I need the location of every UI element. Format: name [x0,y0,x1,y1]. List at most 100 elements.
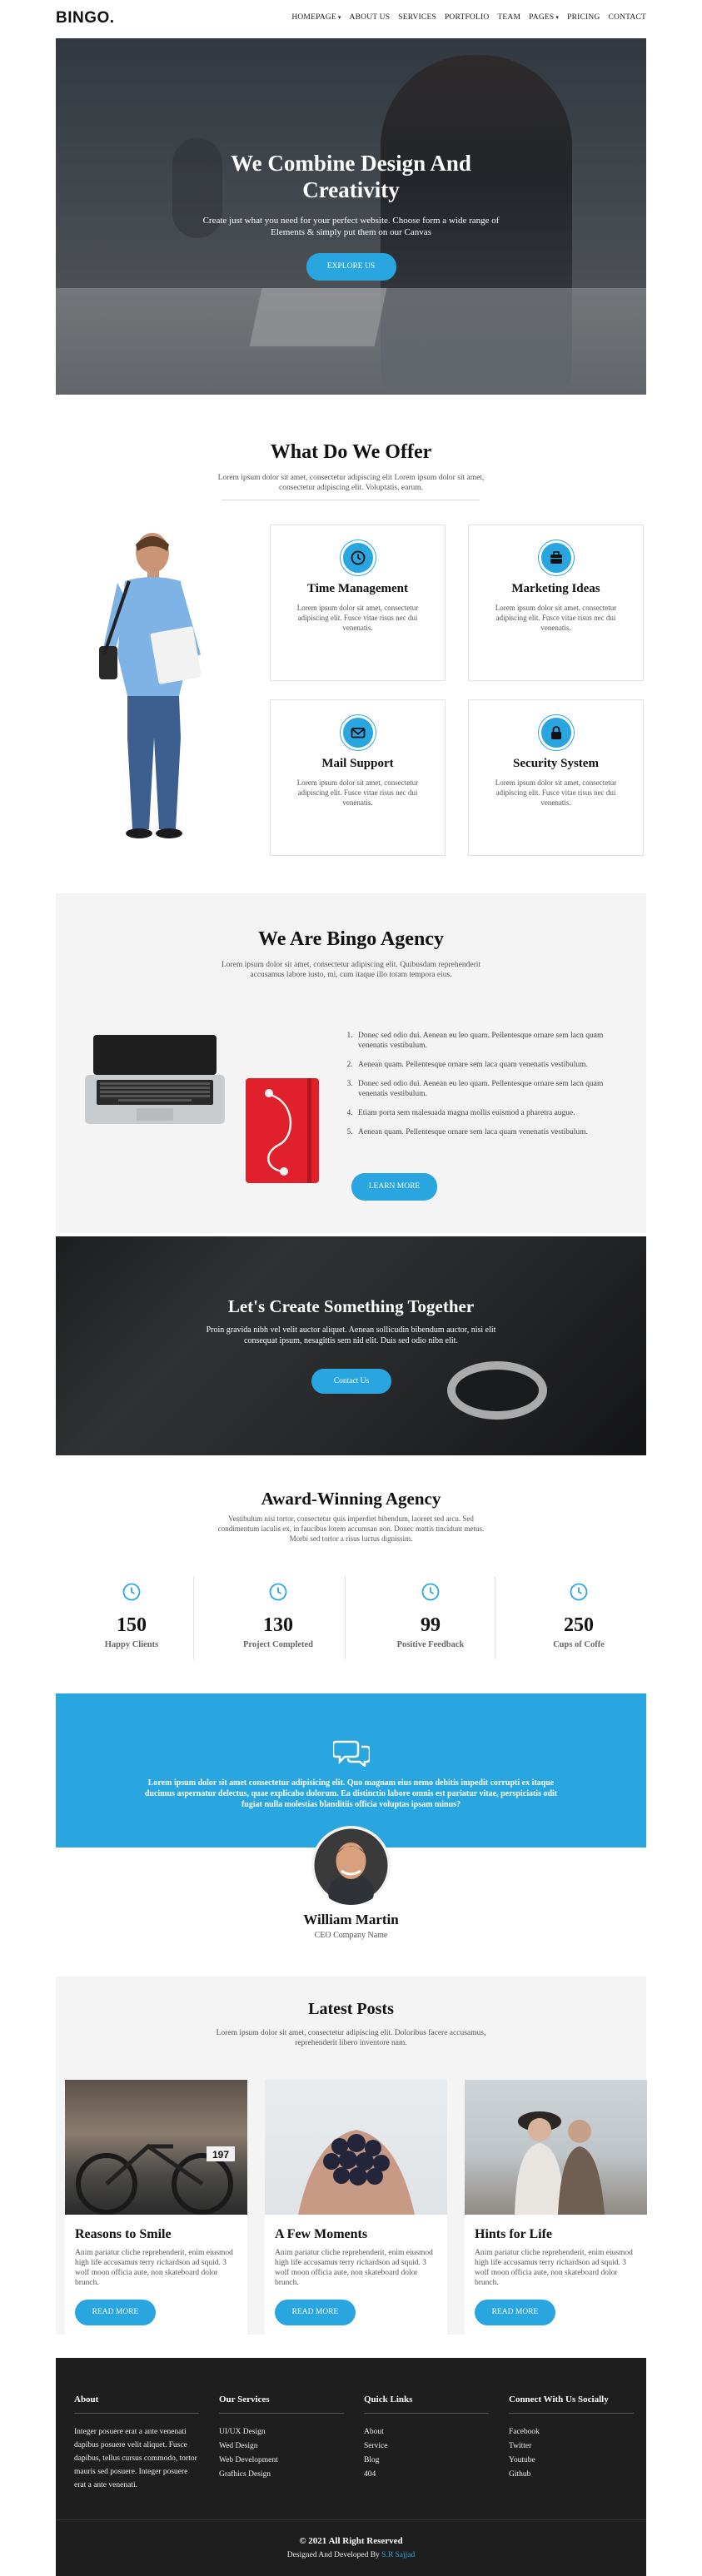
post-card: 197 Reasons to Smile Anim pariatur clich… [65,2080,247,2337]
footer-about: About Integer posuere erat a ante venena… [74,2394,199,2492]
learn-more-button[interactable]: LEARN MORE [351,1173,437,1201]
stat-label: Cups of Coffe [553,1640,605,1649]
posts-title: Latest Posts [308,2000,394,2018]
chevron-down-icon: ▾ [337,14,341,21]
cta-section: Let's Create Something Together Proin gr… [56,1236,646,1455]
card-text: Lorem ipsum dolor sit amet, consectetur … [296,604,419,632]
stat-value: 250 [564,1614,594,1636]
agency-section: We Are Bingo Agency Lorem ipsum dolor si… [56,893,646,1233]
nav-portfolio[interactable]: PORTFOLIO [445,13,489,22]
chevron-down-icon: ▾ [555,14,560,21]
brand-logo[interactable]: BINGO. [56,9,115,27]
chat-bubbles-icon [333,1740,370,1767]
post-text: Anim pariatur cliche reprehenderit, enim… [475,2249,633,2287]
stat-project-completed: 130 Project Completed [207,1582,349,1649]
student-image [99,533,202,838]
avatar [311,1826,391,1905]
offer-card-time-management: Time Management Lorem ipsum dolor sit am… [270,525,446,681]
stat-happy-clients: 150 Happy Clients [61,1582,202,1649]
posts-subtitle: Lorem ipsum dolor sit amet, consectetur … [216,2029,486,2047]
footer-about-text: Integer posuere erat a ante venenati dap… [74,2428,197,2489]
lock-icon [538,715,574,750]
footer-link[interactable]: Github [509,2468,634,2482]
nav-services[interactable]: SERVICES [398,13,436,22]
stat-divider [345,1576,346,1659]
stat-divider [193,1576,194,1659]
nav-contact[interactable]: CONTACT [609,13,647,22]
stat-positive-feedback: 99 Positive Feedback [360,1582,501,1649]
offer-title: What Do We Offer [270,441,432,463]
testimonial-section: Lorem ipsum dolor sit amet consectetur a… [56,1693,646,1847]
card-text: Lorem ipsum dolor sit amet, consectetur … [495,778,617,807]
author-link[interactable]: S.R Sajjad [381,2551,415,2559]
stat-label: Happy Clients [104,1640,159,1649]
hero-text: Create just what you need for your perfe… [202,216,500,237]
footer-link[interactable]: Service [364,2439,489,2454]
footer-quick-links: Quick Links About Service Blog 404 [364,2394,489,2482]
footer: About Integer posuere erat a ante venena… [56,2358,646,2576]
navbar: BINGO. HOMEPAGE ▾ ABOUT US SERVICES PORTF… [0,0,702,38]
stat-cups-of-coffe: 250 Cups of Coffe [508,1582,650,1649]
designed-by: Designed And Developed By S.R Sajjad [286,2551,416,2559]
read-more-button[interactable]: READ MORE [475,2300,555,2325]
list-item: Donec sed odio dui. Aenean eu leo quam. … [355,1079,635,1099]
footer-link[interactable]: Youtube [509,2454,634,2468]
stat-label: Project Completed [242,1640,314,1649]
nav-team[interactable]: TEAM [497,13,520,22]
cta-text: Proin gravida nibh vel velit auctor aliq… [206,1325,496,1345]
nav-homepage[interactable]: HOMEPAGE ▾ [291,13,341,22]
footer-link[interactable]: Twitter [509,2439,634,2454]
footer-link[interactable]: Web Development [219,2454,344,2468]
post-image-couple [465,2080,647,2215]
footer-link[interactable]: UI/UX Design [219,2425,344,2439]
copyright: © 2021 All Right Reserved [299,2536,403,2546]
footer-column-title: About [74,2394,199,2414]
card-title: Security System [513,757,599,770]
footer-links-list: About Service Blog 404 [364,2425,489,2482]
post-image-bicycle: 197 [65,2080,247,2215]
award-title: Award-Winning Agency [261,1489,441,1509]
list-item: Aenean quam. Pellentesque ornare sem lac… [355,1060,635,1070]
card-title: Mail Support [321,757,394,770]
agency-list: Donec sed odio dui. Aenean eu leo quam. … [343,1031,635,1146]
footer-link[interactable]: Facebook [509,2425,634,2439]
footer-link[interactable]: About [364,2425,489,2439]
stat-value: 99 [421,1614,441,1636]
agency-title: We Are Bingo Agency [258,928,444,950]
card-text: Lorem ipsum dolor sit amet, consectetur … [296,778,419,807]
card-title: Marketing Ideas [511,582,600,595]
clock-icon [570,1583,588,1601]
hero-banner: We Combine Design And Creativity Create … [56,38,646,395]
contact-us-button[interactable]: Contact Us [311,1369,391,1394]
post-card: Hints for Life Anim pariatur cliche repr… [465,2080,647,2337]
clock-icon [122,1583,141,1601]
post-card: A Few Moments Anim pariatur cliche repre… [265,2080,447,2337]
testimonial-text: Lorem ipsum dolor sit amet consectetur a… [144,1778,558,1809]
offer-subtitle: Lorem ipsum dolor sit amet, consectetur … [217,474,485,492]
read-more-button[interactable]: READ MORE [275,2300,356,2325]
footer-social-list: Facebook Twitter Youtube Github [509,2425,634,2482]
main-nav: HOMEPAGE ▾ ABOUT US SERVICES PORTFOLIO TE… [283,13,646,22]
read-more-button[interactable]: READ MORE [75,2300,156,2325]
post-title: Reasons to Smile [75,2227,172,2241]
post-title: A Few Moments [275,2227,368,2241]
footer-link[interactable]: 404 [364,2468,489,2482]
envelope-icon [340,715,376,750]
footer-services: Our Services UI/UX Design Wed Design Web… [219,2394,344,2482]
footer-link[interactable]: Grafhics Design [219,2468,344,2482]
cta-title: Let's Create Something Together [227,1296,475,1316]
clock-icon [340,540,376,575]
footer-link[interactable]: Blog [364,2454,489,2468]
explore-us-button[interactable]: EXPLORE US [306,253,396,281]
laptop-image [85,1035,225,1124]
footer-link[interactable]: Wed Design [219,2439,344,2454]
nav-pages[interactable]: PAGES ▾ [529,13,559,22]
offer-card-marketing-ideas: Marketing Ideas Lorem ipsum dolor sit am… [468,525,644,681]
nav-pricing[interactable]: PRICING [567,13,600,22]
post-text: Anim pariatur cliche reprehenderit, enim… [75,2249,233,2287]
testimonial-name: William Martin [303,1912,399,1927]
hero-title: We Combine Design And Creativity [231,151,471,202]
offer-card-mail-support: Mail Support Lorem ipsum dolor sit amet,… [270,699,446,856]
nav-about-us[interactable]: ABOUT US [350,13,391,22]
list-item: Donec sed odio dui. Aenean eu leo quam. … [355,1031,635,1051]
